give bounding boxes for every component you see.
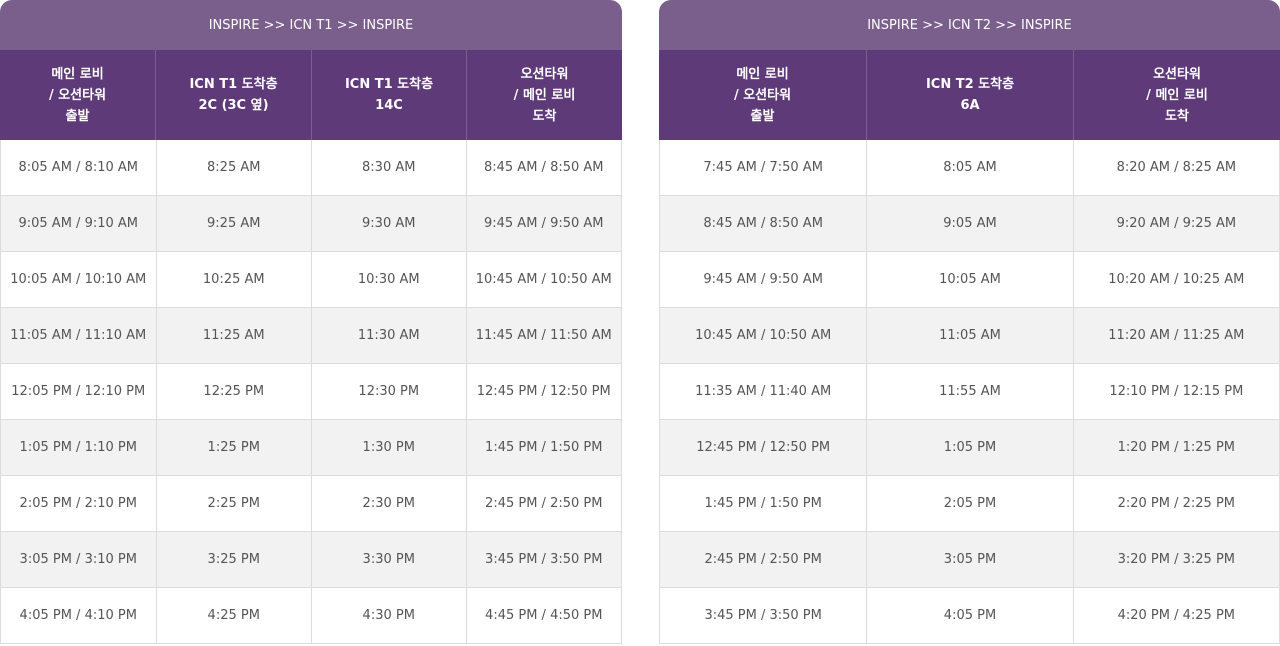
table-cell: 10:05 AM — [866, 252, 1072, 307]
table-cell: 4:20 PM / 4:25 PM — [1072, 588, 1279, 643]
table-row: 12:05 PM / 12:10 PM 12:25 PM 12:30 PM 12:45… — [1, 364, 621, 420]
table-row: 9:45 AM / 9:50 AM 10:05 AM 10:20 AM / 10:2… — [660, 252, 1279, 308]
table-cell: 3:30 PM — [311, 532, 466, 587]
table-cell: 10:25 AM — [155, 252, 312, 307]
table-cell: 8:25 AM — [155, 140, 312, 195]
table-row: 2:05 PM / 2:10 PM 2:25 PM 2:30 PM 2:45 PM /… — [1, 476, 621, 532]
table-cell: 2:45 PM / 2:50 PM — [704, 552, 822, 567]
table-cell: 1:45 PM / 1:50 PM — [704, 496, 822, 511]
table-cell: 1:45 PM / 1:50 PM — [465, 420, 622, 475]
table-cell: 8:30 AM — [311, 140, 466, 195]
table-row: 4:05 PM / 4:10 PM 4:25 PM 4:30 PM 4:45 PM /… — [1, 588, 621, 644]
table-row: 8:05 AM / 8:10 AM 8:25 AM 8:30 AM 8:45 AM /… — [1, 140, 621, 196]
table-cell: 9:45 AM / 9:50 AM — [465, 196, 622, 251]
shuttle-timetable-t2: INSPIRE >> ICN T2 >> INSPIRE 메인 로비 / 오션타… — [659, 0, 1280, 644]
column-header-t2-6a: ICN T2 도착층 6A — [866, 50, 1073, 140]
table-cell: 8:20 AM / 8:25 AM — [1072, 140, 1279, 195]
table-cell: 2:30 PM — [311, 476, 466, 531]
table-cell: 9:05 AM — [866, 196, 1072, 251]
column-header-t1-2c: ICN T1 도착층 2C (3C 옆) — [155, 50, 311, 140]
table-cell: 8:05 AM — [866, 140, 1072, 195]
table-cell: 2:05 PM — [866, 476, 1072, 531]
table-header: 메인 로비 / 오션타워 출발 ICN T2 도착층 6A 오션타워 / 메인 … — [659, 50, 1280, 140]
route-title: INSPIRE >> ICN T2 >> INSPIRE — [659, 0, 1280, 50]
table-cell: 8:05 AM / 8:10 AM — [18, 160, 138, 175]
table-cell: 10:30 AM — [311, 252, 466, 307]
table-row: 8:45 AM / 8:50 AM 9:05 AM 9:20 AM / 9:25 A… — [660, 196, 1279, 252]
table-cell: 11:20 AM / 11:25 AM — [1072, 308, 1279, 363]
table-cell: 10:45 AM / 10:50 AM — [465, 252, 622, 307]
table-cell: 12:30 PM — [311, 364, 466, 419]
table-cell: 1:05 PM — [866, 420, 1072, 475]
table-body: 7:45 AM / 7:50 AM 8:05 AM 8:20 AM / 8:25 A… — [659, 140, 1280, 644]
table-cell: 4:25 PM — [155, 588, 312, 643]
table-cell: 11:05 AM — [866, 308, 1072, 363]
table-cell: 2:25 PM — [155, 476, 312, 531]
route-title: INSPIRE >> ICN T1 >> INSPIRE — [0, 0, 622, 50]
table-cell: 11:25 AM — [155, 308, 312, 363]
table-cell: 1:25 PM — [155, 420, 312, 475]
table-cell: 1:20 PM / 1:25 PM — [1072, 420, 1279, 475]
column-header-arrival: 오션타워 / 메인 로비 도착 — [1073, 50, 1280, 140]
table-row: 10:45 AM / 10:50 AM 11:05 AM 11:20 AM / 11… — [660, 308, 1279, 364]
table-cell: 1:05 PM / 1:10 PM — [19, 440, 137, 455]
table-cell: 2:45 PM / 2:50 PM — [465, 476, 622, 531]
table-cell: 3:45 PM / 3:50 PM — [704, 608, 822, 623]
table-cell: 12:45 PM / 12:50 PM — [465, 364, 622, 419]
table-cell: 11:45 AM / 11:50 AM — [465, 308, 622, 363]
table-cell: 9:20 AM / 9:25 AM — [1072, 196, 1279, 251]
table-cell: 1:30 PM — [311, 420, 466, 475]
table-cell: 11:05 AM / 11:10 AM — [10, 328, 147, 343]
table-cell: 10:45 AM / 10:50 AM — [695, 328, 832, 343]
table-cell: 8:45 AM / 8:50 AM — [703, 216, 823, 231]
table-cell: 3:05 PM — [866, 532, 1072, 587]
table-cell: 7:45 AM / 7:50 AM — [703, 160, 823, 175]
table-cell: 11:35 AM / 11:40 AM — [695, 384, 832, 399]
table-cell: 4:45 PM / 4:50 PM — [465, 588, 622, 643]
table-cell: 11:30 AM — [311, 308, 466, 363]
table-cell: 12:45 PM / 12:50 PM — [696, 440, 831, 455]
table-row: 3:05 PM / 3:10 PM 3:25 PM 3:30 PM 3:45 PM /… — [1, 532, 621, 588]
table-row: 1:05 PM / 1:10 PM 1:25 PM 1:30 PM 1:45 PM /… — [1, 420, 621, 476]
table-cell: 12:25 PM — [155, 364, 312, 419]
table-cell: 10:05 AM / 10:10 AM — [10, 272, 147, 287]
table-row: 1:45 PM / 1:50 PM 2:05 PM 2:20 PM / 2:25 P… — [660, 476, 1279, 532]
shuttle-timetable-t1: INSPIRE >> ICN T1 >> INSPIRE 메인 로비 / 오션타… — [0, 0, 622, 644]
table-row: 11:05 AM / 11:10 AM 11:25 AM 11:30 AM 11:45… — [1, 308, 621, 364]
table-cell: 9:05 AM / 9:10 AM — [18, 216, 138, 231]
table-row: 9:05 AM / 9:10 AM 9:25 AM 9:30 AM 9:45 AM /… — [1, 196, 621, 252]
table-cell: 12:05 PM / 12:10 PM — [11, 384, 146, 399]
table-cell: 11:55 AM — [866, 364, 1072, 419]
table-cell: 9:25 AM — [155, 196, 312, 251]
table-body: 8:05 AM / 8:10 AM 8:25 AM 8:30 AM 8:45 AM /… — [0, 140, 622, 644]
table-cell: 4:30 PM — [311, 588, 466, 643]
table-cell: 8:45 AM / 8:50 AM — [465, 140, 622, 195]
table-cell: 12:10 PM / 12:15 PM — [1072, 364, 1279, 419]
table-cell: 9:45 AM / 9:50 AM — [703, 272, 823, 287]
table-row: 10:05 AM / 10:10 AM 10:25 AM 10:30 AM 10:45… — [1, 252, 621, 308]
table-header: 메인 로비 / 오션타워 출발 ICN T1 도착층 2C (3C 옆) ICN… — [0, 50, 622, 140]
table-cell: 3:20 PM / 3:25 PM — [1072, 532, 1279, 587]
table-cell: 4:05 PM — [866, 588, 1072, 643]
table-row: 11:35 AM / 11:40 AM 11:55 AM 12:10 PM / 12… — [660, 364, 1279, 420]
table-cell: 3:05 PM / 3:10 PM — [19, 552, 137, 567]
table-cell: 3:45 PM / 3:50 PM — [465, 532, 622, 587]
table-cell: 2:05 PM / 2:10 PM — [19, 496, 137, 511]
table-cell: 2:20 PM / 2:25 PM — [1072, 476, 1279, 531]
table-row: 7:45 AM / 7:50 AM 8:05 AM 8:20 AM / 8:25 A… — [660, 140, 1279, 196]
table-row: 3:45 PM / 3:50 PM 4:05 PM 4:20 PM / 4:25 P… — [660, 588, 1279, 644]
table-cell: 10:20 AM / 10:25 AM — [1072, 252, 1279, 307]
column-header-departure: 메인 로비 / 오션타워 출발 — [733, 66, 792, 124]
column-header-arrival: 오션타워 / 메인 로비 도착 — [466, 50, 622, 140]
table-cell: 3:25 PM — [155, 532, 312, 587]
table-cell: 9:30 AM — [311, 196, 466, 251]
column-header-t1-14c: ICN T1 도착층 14C — [311, 50, 466, 140]
table-cell: 4:05 PM / 4:10 PM — [19, 608, 137, 623]
table-row: 2:45 PM / 2:50 PM 3:05 PM 3:20 PM / 3:25 P… — [660, 532, 1279, 588]
column-header-departure: 메인 로비 / 오션타워 출발 — [48, 66, 107, 124]
table-row: 12:45 PM / 12:50 PM 1:05 PM 1:20 PM / 1:25… — [660, 420, 1279, 476]
